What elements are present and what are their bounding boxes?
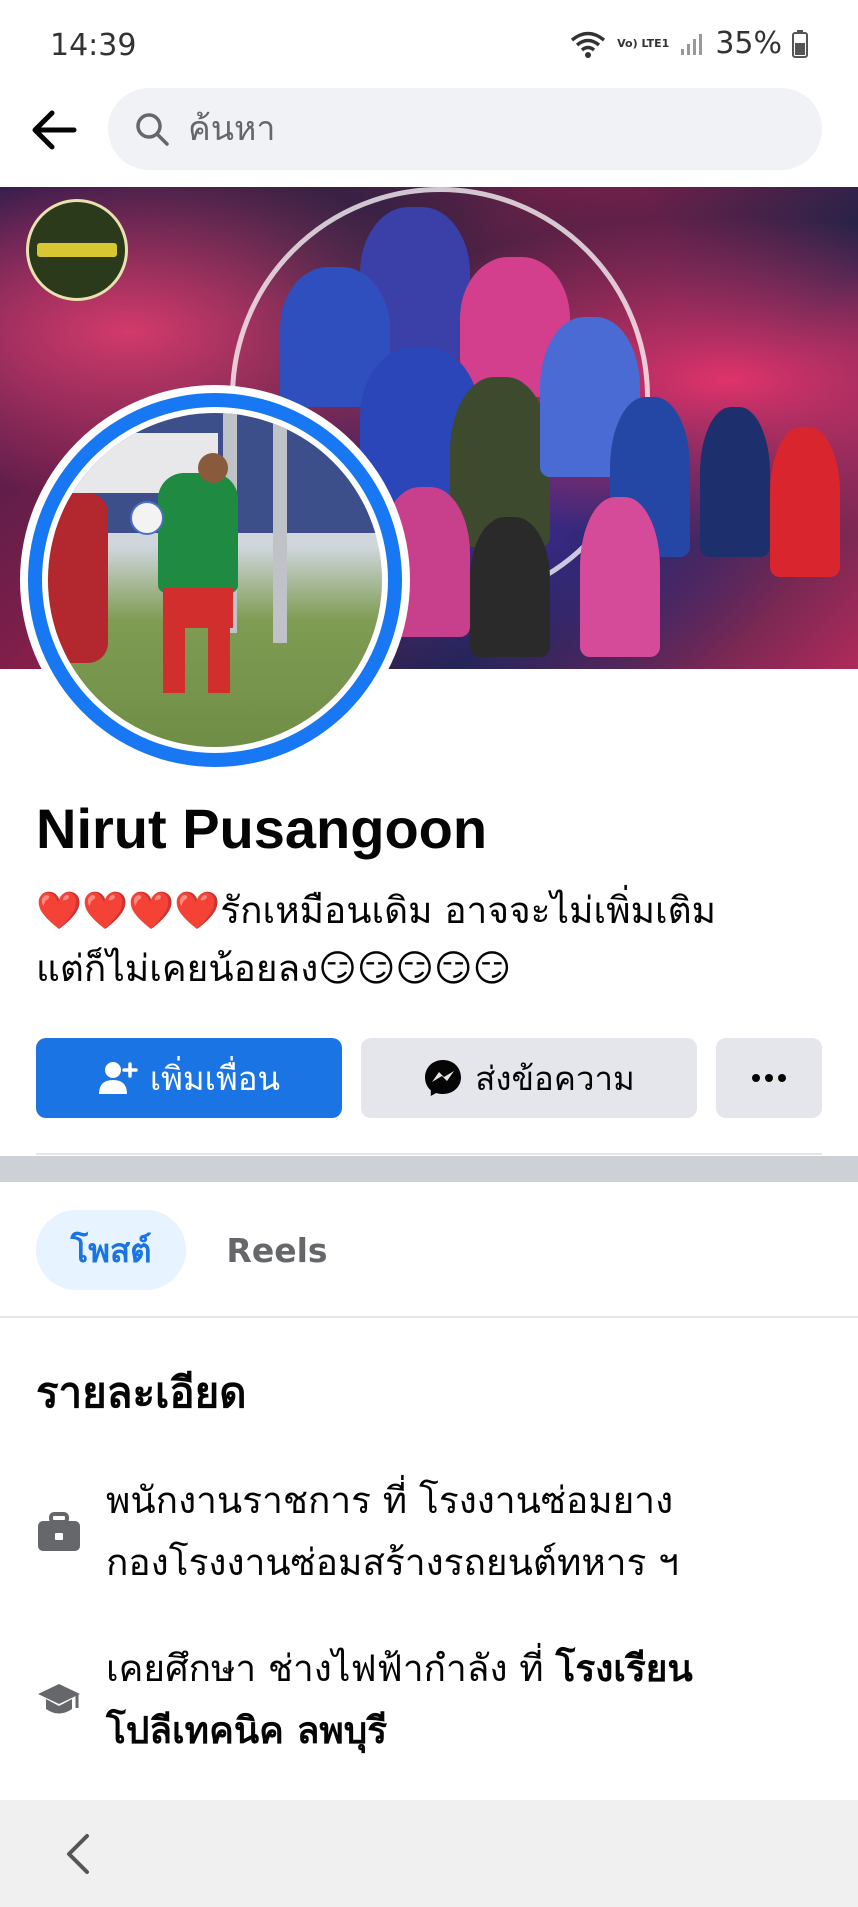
detail-work: พนักงานราชการ ที่ โรงงานซ่อมยาง กองโรงงา… [36,1470,826,1594]
education-prefix: เคยศึกษา ช่างไฟฟ้ากำลัง ที่ [106,1647,556,1690]
section-separator [0,1156,858,1182]
more-options-button[interactable] [716,1038,822,1118]
add-friend-label: เพิ่มเพื่อน [149,1058,281,1098]
graduation-cap-icon [38,1684,80,1714]
cover-player [700,407,770,557]
team-logo [26,199,128,301]
profile-bio: ❤️❤️❤️❤️รักเหมือนเดิม อาจจะไม่เพิ่มเติม … [36,882,826,998]
nav-back-button[interactable] [50,1826,106,1882]
add-friend-button[interactable]: เพิ่มเพื่อน [36,1038,342,1118]
bio-line-2: แต่ก็ไม่เคยน้อยลง😏😏😏😏😏 [36,947,512,990]
message-label: ส่งข้อความ [475,1058,635,1098]
work-line-2: กองโรงงานซ่อมสร้างรถยนต์ทหาร ฯ [106,1541,679,1584]
status-time: 14:39 [50,28,137,63]
search-icon [136,113,169,146]
cover-player [770,427,840,577]
network-label: Vo) LTE1 [617,36,670,50]
profile-name: Nirut Pusangoon [36,797,488,860]
add-friend-icon [98,1062,138,1094]
top-bar [0,82,858,182]
search-input[interactable] [186,108,710,150]
messenger-icon [425,1060,462,1096]
details-heading: รายละเอียด [36,1368,247,1417]
briefcase-icon [38,1512,80,1551]
education-school-link-cont[interactable]: โปลีเทคนิค ลพบุรี [106,1709,387,1752]
profile-avatar[interactable] [20,385,410,775]
status-bar: 14:39 Vo) LTE1 35% [0,0,858,82]
avatar-photo [48,413,382,747]
status-icons: Vo) LTE1 35% [569,26,808,61]
message-button[interactable]: ส่งข้อความ [361,1038,697,1118]
tab-reels[interactable]: Reels [212,1210,342,1290]
nav-back-icon [67,1834,89,1874]
cover-player [580,497,660,657]
cover-player [470,517,550,657]
battery-icon [792,29,808,58]
back-button[interactable] [24,100,84,160]
bio-line-1: ❤️❤️❤️❤️รักเหมือนเดิม อาจจะไม่เพิ่มเติม [36,889,717,932]
detail-education: เคยศึกษา ช่างไฟฟ้ากำลัง ที่ โรงเรียน โปล… [36,1638,826,1762]
profile-tabs: โพสต์ Reels [0,1182,858,1316]
tab-posts[interactable]: โพสต์ [36,1210,186,1290]
search-bar[interactable] [108,88,822,170]
work-line-1: พนักงานราชการ ที่ โรงงานซ่อมยาง [106,1479,674,1522]
divider [0,1316,858,1318]
wifi-icon [571,31,606,58]
avatar-ring [28,393,402,767]
education-school-link[interactable]: โรงเรียน [555,1647,692,1690]
more-dots-icon [752,1074,786,1082]
system-nav-bar [0,1800,858,1907]
divider [36,1153,822,1155]
back-arrow-icon [32,110,77,150]
battery-percent: 35% [715,26,782,61]
signal-icon [681,33,703,55]
